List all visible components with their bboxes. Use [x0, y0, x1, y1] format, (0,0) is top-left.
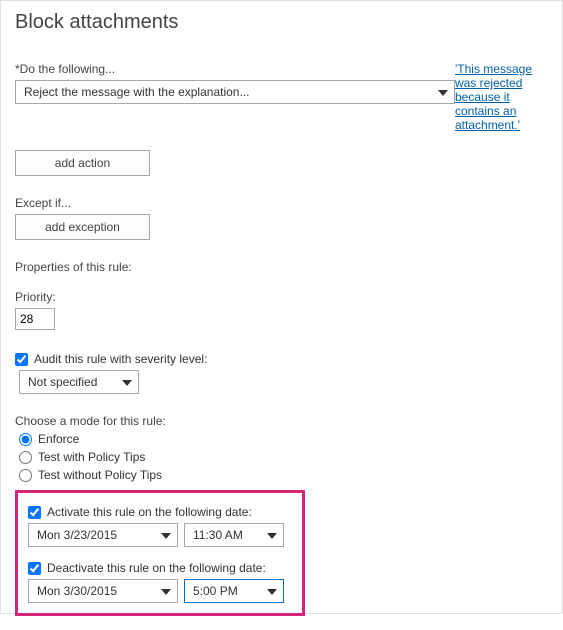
activate-time-select[interactable]: 11:30 AM: [184, 523, 284, 547]
audit-checkbox[interactable]: [15, 353, 28, 366]
priority-input[interactable]: [15, 308, 55, 330]
do-following-select-value: Reject the message with the explanation.…: [24, 85, 249, 99]
mode-test-tips-label: Test with Policy Tips: [38, 450, 145, 464]
mode-label: Choose a mode for this rule:: [15, 414, 548, 428]
properties-header: Properties of this rule:: [15, 260, 548, 274]
deactivate-time-select[interactable]: 5:00 PM: [184, 579, 284, 603]
mode-enforce-label: Enforce: [38, 432, 79, 446]
mode-enforce-radio[interactable]: [19, 433, 32, 446]
mode-test-notips-label: Test without Policy Tips: [38, 468, 162, 482]
chevron-down-icon: [161, 533, 171, 539]
add-exception-button[interactable]: add exception: [15, 214, 150, 240]
activate-time-value: 11:30 AM: [193, 528, 243, 542]
explanation-link[interactable]: 'This message was rejected because it co…: [455, 62, 532, 132]
audit-severity-select[interactable]: Not specified: [19, 370, 139, 394]
activate-date-select[interactable]: Mon 3/23/2015: [28, 523, 178, 547]
page-title: Block attachments: [15, 11, 548, 34]
activate-checkbox[interactable]: [28, 506, 41, 519]
deactivate-checkbox[interactable]: [28, 562, 41, 575]
audit-severity-value: Not specified: [28, 375, 97, 389]
chevron-down-icon: [122, 380, 132, 386]
activate-label: Activate this rule on the following date…: [47, 505, 252, 519]
do-following-label: *Do the following...: [15, 62, 455, 76]
do-following-select[interactable]: Reject the message with the explanation.…: [15, 80, 455, 104]
chevron-down-icon: [161, 589, 171, 595]
deactivate-date-value: Mon 3/30/2015: [37, 584, 117, 598]
chevron-down-icon: [438, 90, 448, 96]
chevron-down-icon: [267, 533, 277, 539]
audit-label: Audit this rule with severity level:: [34, 352, 207, 366]
priority-label: Priority:: [15, 290, 548, 304]
add-action-button[interactable]: add action: [15, 150, 150, 176]
deactivate-date-select[interactable]: Mon 3/30/2015: [28, 579, 178, 603]
chevron-down-icon: [267, 589, 277, 595]
mode-test-notips-radio[interactable]: [19, 469, 32, 482]
mode-test-tips-radio[interactable]: [19, 451, 32, 464]
deactivate-label: Deactivate this rule on the following da…: [47, 561, 266, 575]
activate-date-value: Mon 3/23/2015: [37, 528, 117, 542]
except-if-label: Except if...: [15, 196, 548, 210]
date-range-highlight: Activate this rule on the following date…: [15, 490, 305, 616]
deactivate-time-value: 5:00 PM: [193, 584, 238, 598]
